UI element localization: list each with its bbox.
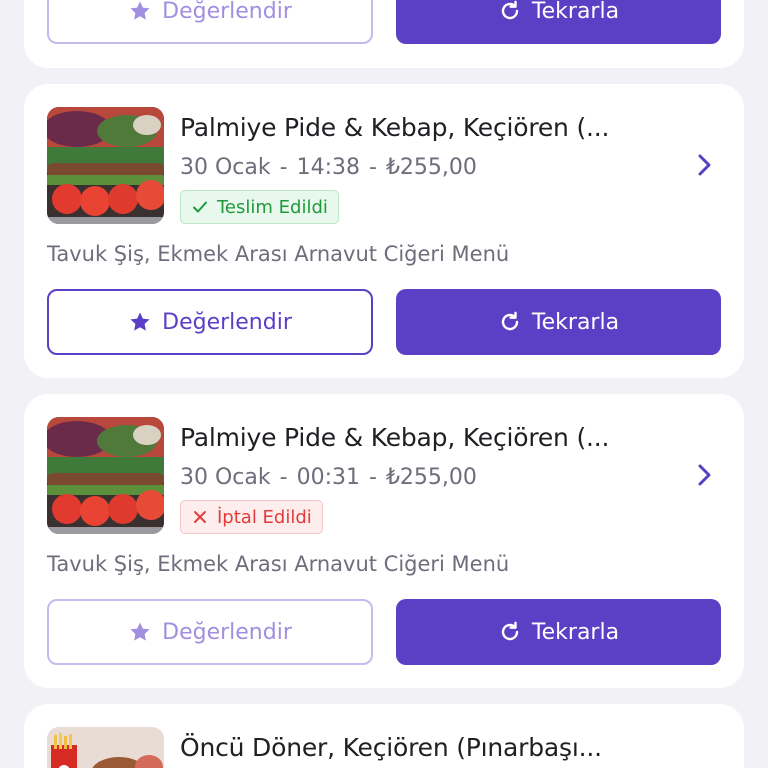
order-meta: 30 Ocak - 00:31 - ₺255,00: [180, 465, 477, 490]
meta-separator: -: [368, 155, 377, 180]
order-items: Tavuk Şiş, Ekmek Arası Arnavut Ciğeri Me…: [47, 552, 510, 576]
order-meta: 30 Ocak - 14:38 - ₺255,00: [180, 155, 477, 180]
status-badge: İptal Edildi: [180, 500, 323, 534]
refresh-icon: [501, 0, 519, 20]
rate-button-label: Değerlendir: [162, 0, 292, 24]
order-card[interactable]: Öncü Döner, Keçiören (Pınarbaşı...: [24, 704, 744, 768]
refresh-icon: [501, 311, 519, 331]
order-price: ₺255,00: [385, 155, 477, 180]
restaurant-thumbnail: [47, 727, 164, 768]
star-icon: [130, 1, 150, 20]
restaurant-name: Palmiye Pide & Kebap, Keçiören (...: [180, 113, 610, 142]
refresh-icon: [501, 621, 519, 641]
order-card[interactable]: Palmiye Pide & Kebap, Keçiören (... 30 O…: [24, 394, 744, 688]
restaurant-thumbnail: [47, 417, 164, 534]
check-icon: [193, 201, 207, 213]
repeat-button-label: Tekrarla: [531, 619, 620, 645]
rate-button[interactable]: Değerlendir: [47, 0, 373, 44]
status-label: İptal Edildi: [217, 506, 312, 528]
star-icon: [130, 622, 150, 641]
rate-button-label: Değerlendir: [162, 619, 292, 645]
close-icon: [194, 511, 206, 523]
order-price: ₺255,00: [385, 465, 477, 490]
order-date: 30 Ocak: [180, 465, 271, 490]
meta-separator: -: [279, 155, 288, 180]
chevron-right-icon[interactable]: [692, 150, 716, 180]
repeat-button-label: Tekrarla: [531, 309, 620, 335]
rate-button[interactable]: Değerlendir: [47, 599, 373, 665]
repeat-button[interactable]: Tekrarla: [396, 599, 721, 665]
rate-button[interactable]: Değerlendir: [47, 289, 373, 355]
meta-separator: -: [279, 465, 288, 490]
meta-separator: -: [368, 465, 377, 490]
star-icon: [130, 312, 150, 331]
status-label: Teslim Edildi: [217, 196, 328, 218]
repeat-button[interactable]: Tekrarla: [396, 289, 721, 355]
order-time: 14:38: [296, 155, 360, 180]
status-badge: Teslim Edildi: [180, 190, 339, 224]
repeat-button[interactable]: Tekrarla: [396, 0, 721, 44]
order-date: 30 Ocak: [180, 155, 271, 180]
repeat-button-label: Tekrarla: [531, 0, 620, 24]
restaurant-name: Öncü Döner, Keçiören (Pınarbaşı...: [180, 733, 602, 762]
restaurant-thumbnail: [47, 107, 164, 224]
restaurant-name: Palmiye Pide & Kebap, Keçiören (...: [180, 423, 610, 452]
order-items: Tavuk Şiş, Ekmek Arası Arnavut Ciğeri Me…: [47, 242, 510, 266]
rate-button-label: Değerlendir: [162, 309, 292, 335]
order-card[interactable]: Palmiye Pide & Kebap, Keçiören (... 30 O…: [24, 84, 744, 378]
order-time: 00:31: [296, 465, 360, 490]
chevron-right-icon[interactable]: [692, 460, 716, 490]
order-card-partial-top: Değerlendir Tekrarla: [24, 0, 744, 68]
